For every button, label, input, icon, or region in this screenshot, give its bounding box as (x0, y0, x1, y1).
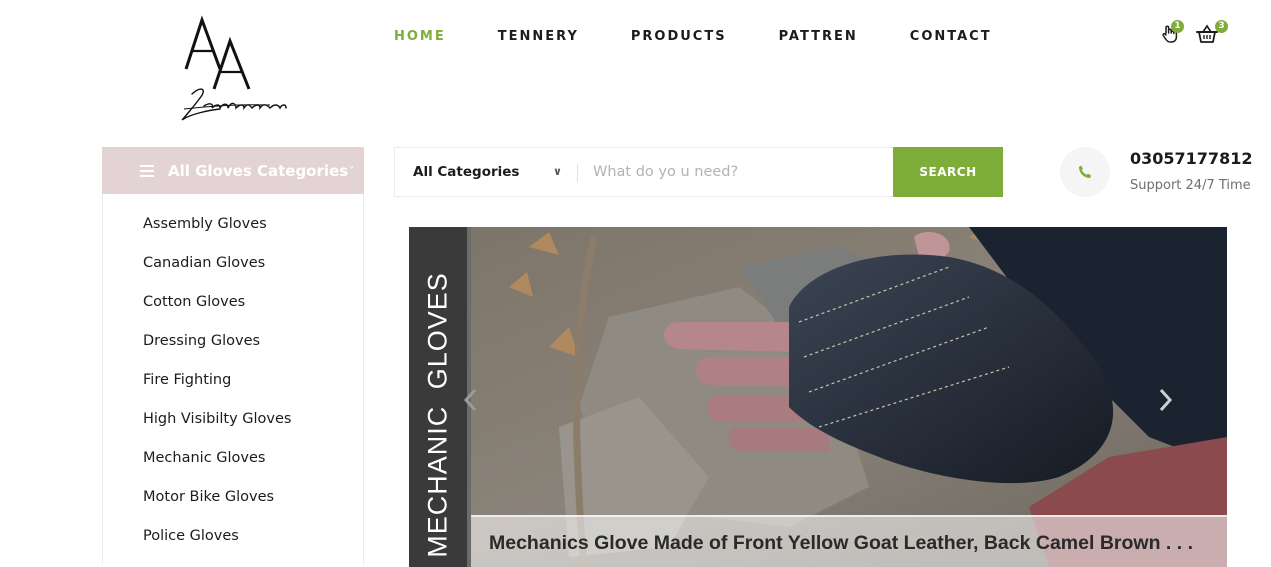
chevron-down-icon: ∨ (553, 165, 562, 178)
search-bar: All Categories ∨ SEARCH (394, 147, 1003, 197)
brand-logo[interactable] (170, 14, 300, 129)
chevron-down-icon: ˅ (349, 166, 355, 177)
category-select-value: All Categories (413, 164, 520, 180)
category-item-high-visibility-gloves[interactable]: High Visibilty Gloves (103, 406, 363, 445)
category-item-cotton-gloves[interactable]: Cotton Gloves (103, 289, 363, 328)
category-item-assembly-gloves[interactable]: Assembly Gloves (103, 211, 363, 250)
phone-number: 03057177812 (1130, 149, 1253, 168)
category-item-police-gloves[interactable]: Police Gloves (103, 523, 363, 562)
hero-caption-bar: Mechanics Glove Made of Front Yellow Goa… (471, 515, 1227, 567)
prev-slide-button[interactable] (461, 387, 481, 413)
category-item-fire-fighting[interactable]: Fire Fighting (103, 367, 363, 406)
category-item-mechanic-gloves[interactable]: Mechanic Gloves (103, 445, 363, 484)
nav-tennery[interactable]: TENNERY (498, 28, 579, 48)
categories-list: Assembly Gloves Canadian Gloves Cotton G… (102, 194, 364, 564)
hero-category-label: MECHANIC GLOVES (422, 272, 453, 558)
main-nav: HOME TENNERY PRODUCTS PATTREN CONTACT (394, 28, 1044, 48)
nav-products[interactable]: PRODUCTS (631, 28, 727, 48)
category-select[interactable]: All Categories ∨ (413, 148, 573, 196)
support-text: Support 24/7 Time (1130, 178, 1251, 193)
cart-button[interactable]: 3 (1196, 20, 1228, 46)
categories-toggle[interactable]: All Gloves Categories ˅ (102, 147, 364, 194)
hero-slider: MECHANIC GLOVES Mechanics Glove Made of … (409, 227, 1227, 567)
hero-caption[interactable]: Mechanics Glove Made of Front Yellow Goa… (489, 532, 1193, 555)
phone-icon (1079, 165, 1092, 178)
category-item-canadian-gloves[interactable]: Canadian Gloves (103, 250, 363, 289)
next-slide-button[interactable] (1155, 387, 1175, 413)
search-button[interactable]: SEARCH (893, 147, 1003, 197)
phone-icon-circle (1060, 147, 1110, 197)
divider (577, 164, 578, 182)
menu-icon (140, 162, 154, 180)
categories-title: All Gloves Categories (168, 161, 349, 180)
search-box: All Categories ∨ (394, 147, 894, 197)
nav-contact[interactable]: CONTACT (910, 28, 992, 48)
nav-pattren[interactable]: PATTREN (779, 28, 858, 48)
cart-count-badge: 3 (1215, 20, 1228, 33)
category-item-motor-bike-gloves[interactable]: Motor Bike Gloves (103, 484, 363, 523)
chevron-right-icon (1159, 388, 1173, 412)
search-input[interactable] (593, 160, 883, 184)
wishlist-button[interactable]: 1 (1160, 20, 1188, 46)
nav-home[interactable]: HOME (394, 28, 446, 48)
wishlist-count-badge: 1 (1171, 20, 1184, 33)
hero-side-strip: MECHANIC GLOVES (409, 227, 467, 567)
category-item-dressing-gloves[interactable]: Dressing Gloves (103, 328, 363, 367)
chevron-left-icon (463, 388, 477, 412)
